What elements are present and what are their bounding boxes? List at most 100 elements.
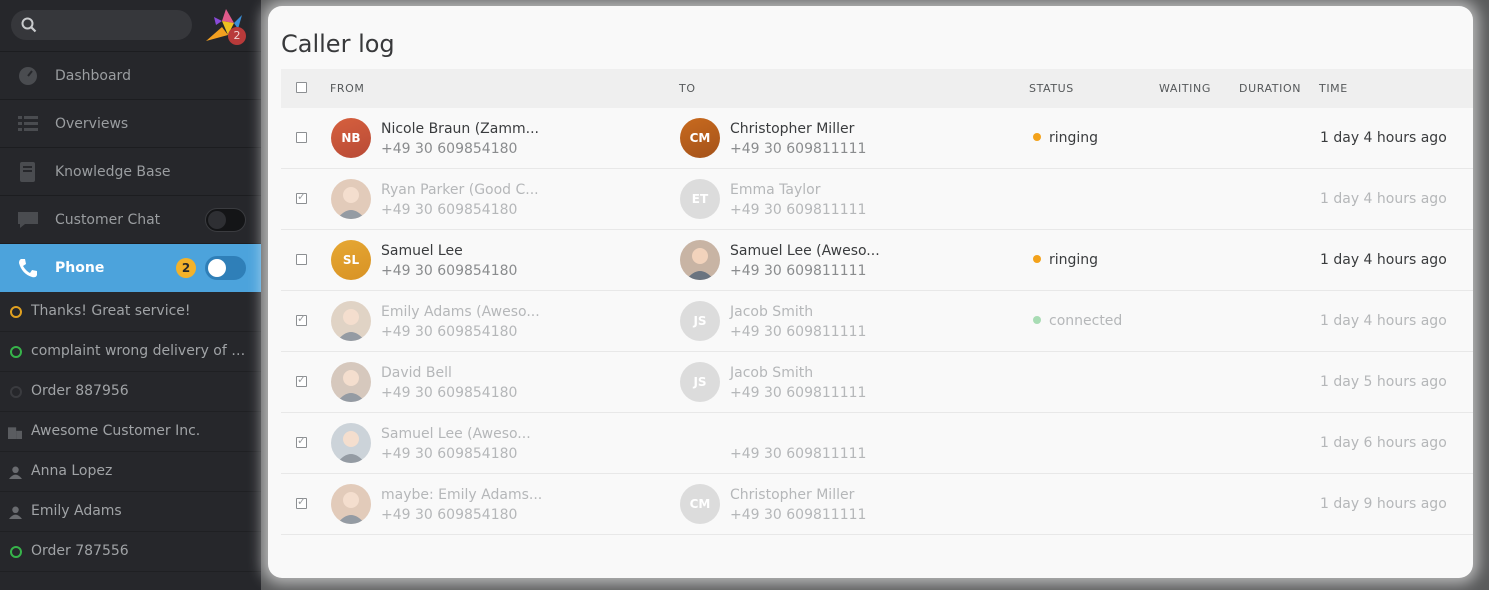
task-label: complaint wrong delivery of ord...: [31, 343, 249, 359]
check-icon: ✓: [297, 495, 307, 508]
task-item[interactable]: Thanks! Great service!: [0, 292, 261, 332]
list-icon: [18, 116, 38, 131]
nav-label: Knowledge Base: [55, 163, 171, 180]
chat-icon: [18, 212, 38, 228]
from-avatar-photo[interactable]: [331, 179, 371, 219]
table-row[interactable]: ✓ Samuel Lee (Aweso... +49 30 609854180 +49…: [281, 413, 1473, 474]
column-from[interactable]: FROM: [330, 82, 365, 95]
from-avatar-photo[interactable]: [331, 423, 371, 463]
table-row[interactable]: SL Samuel Lee +49 30 609854180 Samuel Lee (…: [281, 230, 1473, 291]
task-label: Order 887956: [31, 383, 129, 399]
phone-toggle[interactable]: [205, 256, 246, 280]
from-phone: +49 30 609854180: [381, 385, 518, 401]
from-name[interactable]: maybe: Emily Adams...: [381, 487, 542, 503]
ticket-closed-icon: [10, 386, 22, 398]
from-name[interactable]: David Bell: [381, 365, 452, 381]
toggle-knob: [208, 211, 226, 229]
row-checkbox[interactable]: ✓: [296, 434, 307, 448]
person-photo-icon: [337, 309, 365, 341]
call-status: ringing: [1033, 252, 1098, 268]
from-avatar-photo[interactable]: [331, 301, 371, 341]
toggle-knob: [208, 259, 226, 277]
task-item[interactable]: complaint wrong delivery of ord...: [0, 332, 261, 372]
nav-overviews[interactable]: Overviews: [0, 100, 261, 148]
row-checkbox[interactable]: [296, 254, 307, 265]
person-photo-icon: [337, 492, 365, 524]
call-time: 1 day 5 hours ago: [1320, 374, 1447, 390]
to-name[interactable]: Jacob Smith: [730, 304, 813, 320]
status-label: ringing: [1049, 130, 1099, 146]
task-label: Thanks! Great service!: [31, 303, 191, 319]
check-icon: ✓: [297, 434, 307, 447]
task-item[interactable]: Order 787556: [0, 532, 261, 572]
call-status: connected: [1033, 313, 1122, 329]
table-row[interactable]: ✓ Emily Adams (Aweso... +49 30 609854180 JS…: [281, 291, 1473, 352]
notification-badge[interactable]: 2: [228, 27, 246, 45]
check-icon: ✓: [297, 190, 307, 203]
task-label: Emily Adams: [31, 503, 122, 519]
to-name[interactable]: Christopher Miller: [730, 121, 854, 137]
person-photo-icon: [337, 187, 365, 219]
row-checkbox[interactable]: ✓: [296, 313, 307, 326]
row-checkbox[interactable]: ✓: [296, 190, 307, 204]
table-row[interactable]: ✓ maybe: Emily Adams... +49 30 609854180 CM…: [281, 474, 1473, 535]
from-phone: +49 30 609854180: [381, 507, 518, 523]
to-phone: +49 30 609811111: [730, 385, 867, 401]
search-input[interactable]: [11, 10, 192, 40]
from-name[interactable]: Samuel Lee: [381, 243, 463, 259]
task-item[interactable]: Emily Adams: [0, 492, 261, 532]
to-phone: +49 30 609811111: [730, 202, 867, 218]
to-avatar[interactable]: JS: [680, 362, 720, 402]
to-name[interactable]: Jacob Smith: [730, 365, 813, 381]
task-item[interactable]: Anna Lopez: [0, 452, 261, 492]
user-icon: [9, 466, 22, 479]
row-checkbox[interactable]: ✓: [296, 374, 307, 387]
from-name[interactable]: Nicole Braun (Zamm...: [381, 121, 539, 137]
to-avatar[interactable]: CM: [680, 484, 720, 524]
nav-phone[interactable]: Phone 2: [0, 244, 261, 292]
table-row[interactable]: ✓ David Bell +49 30 609854180 JS Jacob Smith…: [281, 352, 1473, 413]
to-name[interactable]: Emma Taylor: [730, 182, 820, 198]
to-name[interactable]: Christopher Miller: [730, 487, 854, 503]
call-time: 1 day 4 hours ago: [1320, 252, 1447, 268]
to-phone: +49 30 609811111: [730, 446, 867, 462]
to-name[interactable]: Samuel Lee (Aweso...: [730, 243, 880, 259]
column-waiting[interactable]: WAITING: [1159, 82, 1211, 95]
column-time[interactable]: TIME: [1319, 82, 1348, 95]
row-checkbox[interactable]: [296, 132, 307, 143]
column-status[interactable]: STATUS: [1029, 82, 1074, 95]
to-avatar[interactable]: ET: [680, 179, 720, 219]
table-row[interactable]: ✓ Ryan Parker (Good C... +49 30 609854180 E…: [281, 169, 1473, 230]
to-avatar[interactable]: CM: [680, 118, 720, 158]
nav-knowledge-base[interactable]: Knowledge Base: [0, 148, 261, 196]
customer-chat-toggle[interactable]: [205, 208, 246, 232]
to-phone: +49 30 609811111: [730, 141, 867, 157]
table-header: FROM TO STATUS WAITING DURATION TIME: [281, 69, 1473, 108]
select-all-checkbox[interactable]: [296, 82, 307, 93]
to-avatar-photo[interactable]: [680, 240, 720, 280]
to-avatar[interactable]: JS: [680, 301, 720, 341]
from-name[interactable]: Emily Adams (Aweso...: [381, 304, 540, 320]
task-label: Order 787556: [31, 543, 129, 559]
nav-customer-chat[interactable]: Customer Chat: [0, 196, 261, 244]
status-dot-icon: [1033, 133, 1041, 141]
task-item[interactable]: Order 887956: [0, 372, 261, 412]
column-to[interactable]: TO: [679, 82, 696, 95]
page-title: Caller log: [281, 30, 395, 58]
nav-dashboard[interactable]: Dashboard: [0, 52, 261, 100]
from-name[interactable]: Samuel Lee (Aweso...: [381, 426, 531, 442]
table-body: NB Nicole Braun (Zamm... +49 30 609854180 C…: [281, 108, 1473, 535]
to-phone: +49 30 609811111: [730, 507, 867, 523]
sidebar: 2 Dashboard Overviews Knowledge Base Cus…: [0, 0, 261, 590]
from-avatar-photo[interactable]: [331, 362, 371, 402]
row-checkbox[interactable]: ✓: [296, 495, 307, 509]
from-avatar[interactable]: NB: [331, 118, 371, 158]
from-name[interactable]: Ryan Parker (Good C...: [381, 182, 539, 198]
task-item[interactable]: Awesome Customer Inc.: [0, 412, 261, 452]
from-avatar-photo[interactable]: [331, 484, 371, 524]
column-duration[interactable]: DURATION: [1239, 82, 1301, 95]
call-time: 1 day 9 hours ago: [1320, 496, 1447, 512]
to-phone: +49 30 609811111: [730, 324, 867, 340]
table-row[interactable]: NB Nicole Braun (Zamm... +49 30 609854180 C…: [281, 108, 1473, 169]
from-avatar[interactable]: SL: [331, 240, 371, 280]
